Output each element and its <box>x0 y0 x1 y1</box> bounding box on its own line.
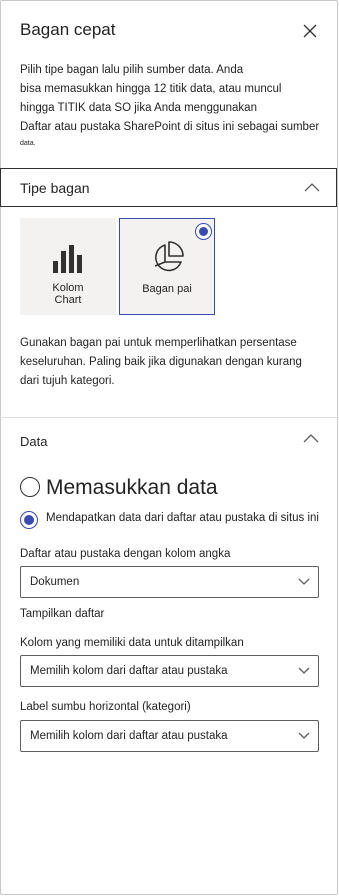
list-dropdown[interactable]: Dokumen <box>20 566 319 598</box>
intro-line: Pilih tipe bagan lalu pilih sumber data.… <box>20 64 244 76</box>
selected-radio-dot <box>199 227 208 236</box>
chevron-up-icon[interactable] <box>304 182 320 192</box>
description-line: dari tujuh kategori. <box>20 375 115 387</box>
column-field-label: Kolom yang memiliki data untuk ditampilk… <box>20 637 244 649</box>
intro-line: Daftar atau pustaka SharePoint di situs … <box>20 121 320 133</box>
radio-enter-data[interactable] <box>20 477 40 497</box>
chevron-down-icon <box>298 667 310 674</box>
data-section-label: Data <box>20 434 48 449</box>
description-line: Gunakan bagan pai untuk memperlihatkan p… <box>20 337 297 349</box>
chart-type-section-label: Tipe bagan <box>20 180 90 196</box>
list-field-label: Daftar atau pustaka dengan kolom angka <box>20 548 231 560</box>
chart-tile-column[interactable]: Kolom Chart <box>20 218 116 315</box>
chevron-down-icon <box>298 732 310 739</box>
intro-text: Pilih tipe bagan lalu pilih sumber data.… <box>20 61 332 151</box>
description-line: keseluruhan. Paling baik jika digunakan … <box>20 356 302 368</box>
intro-line: data. <box>20 140 36 147</box>
intro-line: hingga TITIK data SO jika Anda menggunak… <box>20 102 257 114</box>
close-icon[interactable] <box>301 22 319 40</box>
axis-dropdown-value: Memilih kolom dari daftar atau pustaka <box>30 730 228 742</box>
column-dropdown-value: Memilih kolom dari daftar atau pustaka <box>30 665 228 677</box>
panel-title: Bagan cepat <box>20 20 116 39</box>
axis-dropdown[interactable]: Memilih kolom dari daftar atau pustaka <box>20 720 319 752</box>
chart-tile-label: Chart <box>54 294 82 306</box>
column-chart-icon <box>53 245 82 273</box>
radio-selected-dot <box>24 515 34 525</box>
column-dropdown[interactable]: Memilih kolom dari daftar atau pustaka <box>20 655 319 687</box>
chart-tile-pie[interactable]: Bagan pai <box>119 218 215 315</box>
chart-tile-label: Bagan pai <box>142 283 192 295</box>
pie-chart-icon <box>154 241 184 272</box>
radio-list-data[interactable] <box>20 511 38 529</box>
selected-radio-indicator <box>195 223 212 240</box>
intro-line: bisa memasukkan hingga 12 titik data, at… <box>20 83 282 95</box>
chevron-up-icon[interactable] <box>303 433 319 443</box>
chevron-down-icon <box>298 578 310 585</box>
chart-description: Gunakan bagan pai untuk memperlihatkan p… <box>20 334 320 391</box>
axis-field-label: Label sumbu horizontal (kategori) <box>20 701 191 713</box>
chart-type-section-header[interactable]: Tipe bagan <box>0 168 337 207</box>
radio-enter-data-label[interactable]: Memasukkan data <box>46 476 218 500</box>
show-list-text: Tampilkan daftar <box>20 608 105 620</box>
list-dropdown-value: Dokumen <box>30 576 80 588</box>
divider <box>0 417 339 418</box>
radio-list-data-label[interactable]: Mendapatkan data dari daftar atau pustak… <box>46 512 319 524</box>
